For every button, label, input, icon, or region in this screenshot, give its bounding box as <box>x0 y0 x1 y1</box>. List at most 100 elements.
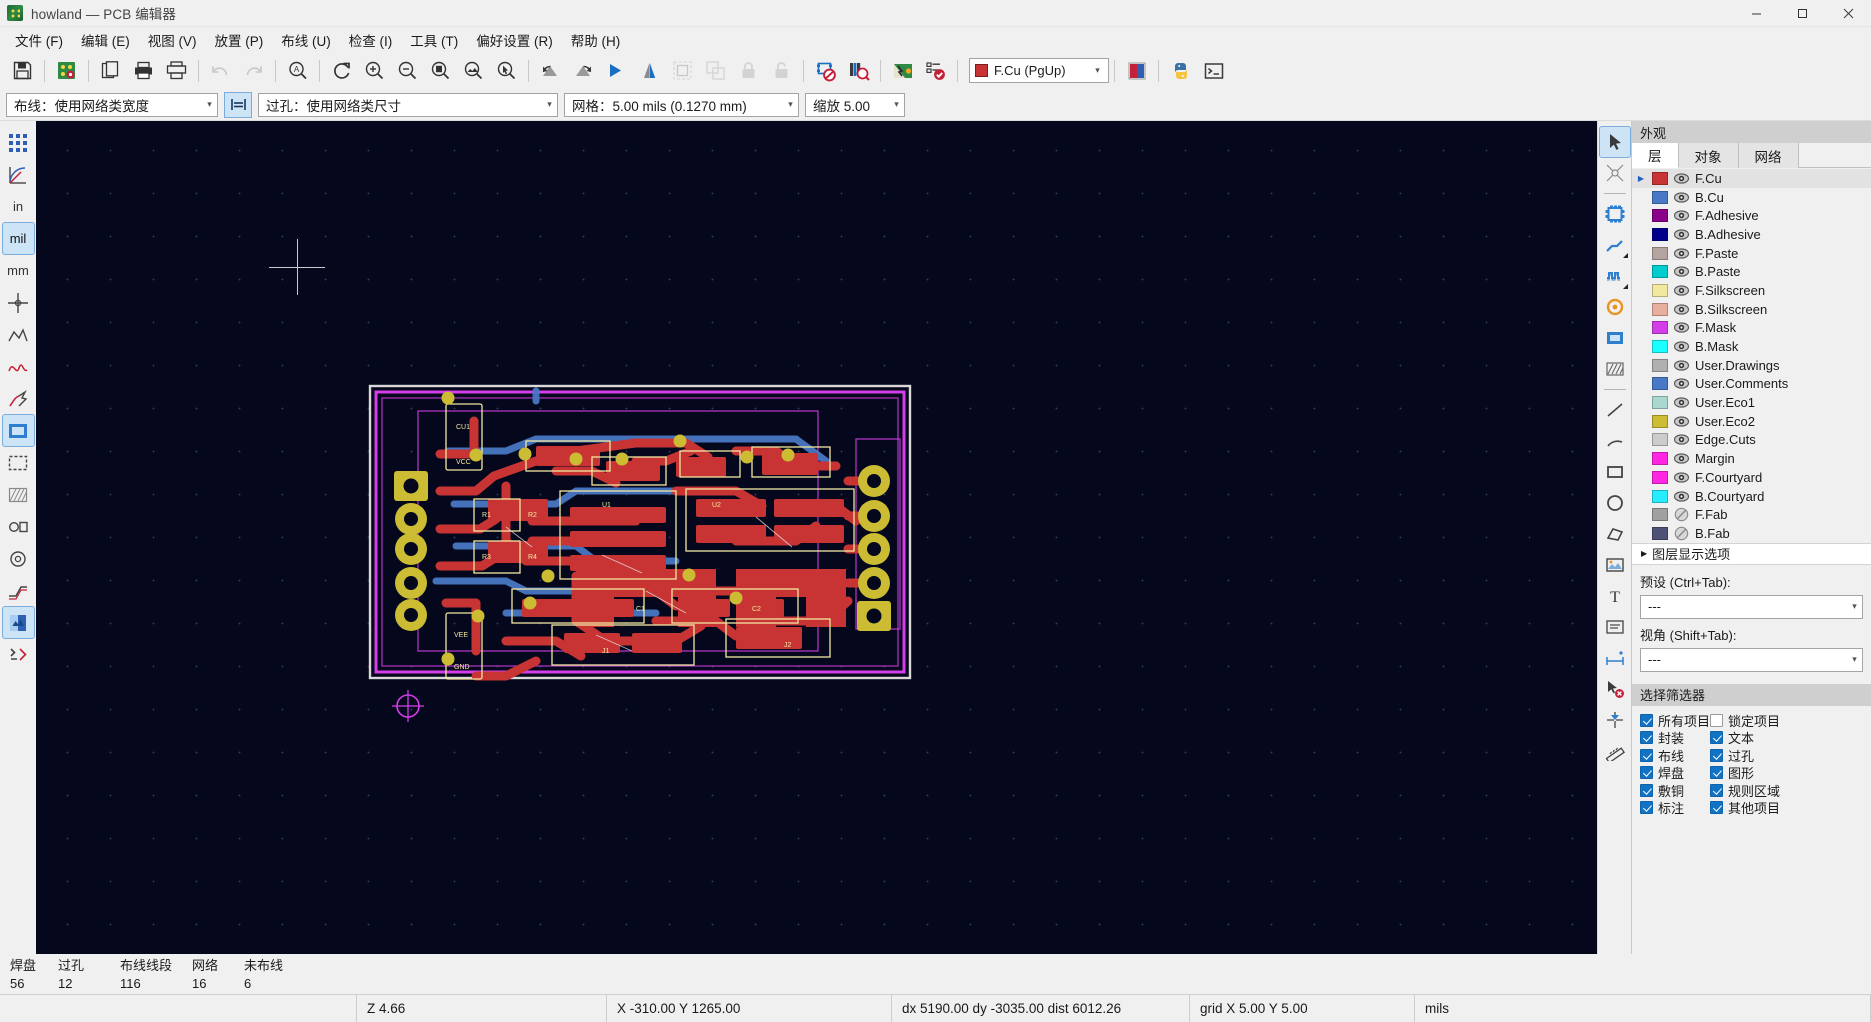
layer-pair-button[interactable] <box>1121 55 1152 86</box>
measure-ruler-icon[interactable] <box>1600 736 1630 766</box>
save-button[interactable] <box>7 55 38 86</box>
layer-row-edge-cuts[interactable]: Edge.Cuts <box>1632 431 1871 450</box>
checkbox-icon[interactable] <box>1640 801 1653 814</box>
units-mils-button[interactable]: mil <box>1 222 35 255</box>
filter-footprints[interactable]: 封装 <box>1640 729 1710 746</box>
tab-nets[interactable]: 网络 <box>1738 143 1799 168</box>
route-track-icon[interactable] <box>1600 230 1630 260</box>
full-crosshair-icon[interactable] <box>3 287 34 318</box>
filter-tracks[interactable]: 布线 <box>1640 747 1710 764</box>
pcb-canvas[interactable]: CU1 VCC VEE GND R1 R3 R2 R4 U1 U2 C1 C2 … <box>36 121 1597 954</box>
grid-icon[interactable] <box>3 127 34 158</box>
close-button[interactable] <box>1825 0 1871 27</box>
track-width-selector[interactable]: 布线：使用网络类宽度 ▾ <box>6 92 218 117</box>
filter-dimensions[interactable]: 标注 <box>1640 799 1710 816</box>
preset-selector[interactable]: --- ▾ <box>1640 594 1863 619</box>
menu-place[interactable]: 放置 (P) <box>206 27 273 53</box>
checkbox-icon[interactable] <box>1710 801 1723 814</box>
eye-visible-icon[interactable] <box>1674 395 1689 410</box>
eye-visible-icon[interactable] <box>1674 489 1689 504</box>
add-textbox-icon[interactable] <box>1600 612 1630 642</box>
add-via-icon[interactable] <box>1600 292 1630 322</box>
zoom-out-button[interactable] <box>392 55 423 86</box>
zone-hidden-icon[interactable] <box>3 479 34 510</box>
eye-visible-icon[interactable] <box>1674 470 1689 485</box>
filter-zones[interactable]: 敷铜 <box>1640 782 1710 799</box>
polar-coordinates-icon[interactable] <box>3 159 34 190</box>
rotate-cw-button[interactable] <box>568 55 599 86</box>
add-zone-icon[interactable] <box>1600 323 1630 353</box>
draw-rectangle-icon[interactable] <box>1600 457 1630 487</box>
checkbox-icon[interactable] <box>1710 766 1723 779</box>
checkbox-icon[interactable] <box>1710 783 1723 797</box>
checkbox-icon[interactable] <box>1710 713 1723 727</box>
checkbox-icon[interactable] <box>1640 783 1653 797</box>
layer-color-swatch[interactable] <box>1652 340 1668 354</box>
zoom-in-button[interactable] <box>359 55 390 86</box>
add-text-icon[interactable]: T <box>1600 581 1630 611</box>
layer-color-swatch[interactable] <box>1652 265 1668 279</box>
contrast-mode-icon[interactable] <box>1 606 35 639</box>
board-setup-button[interactable] <box>51 55 82 86</box>
filter-pads[interactable]: 焊盘 <box>1640 764 1710 781</box>
layer-color-swatch[interactable] <box>1652 452 1668 466</box>
menu-help[interactable]: 帮助 (H) <box>562 27 630 53</box>
layer-color-swatch[interactable] <box>1652 526 1668 540</box>
draw-arc-icon[interactable] <box>1600 426 1630 456</box>
layer-row-f-courtyard[interactable]: F.Courtyard <box>1632 468 1871 487</box>
unlock-button[interactable] <box>766 55 797 86</box>
menu-inspect[interactable]: 检查 (I) <box>340 27 402 53</box>
differential-pair-icon[interactable] <box>1600 261 1630 291</box>
filter-vias[interactable]: 过孔 <box>1710 747 1871 764</box>
layer-color-swatch[interactable] <box>1652 227 1668 241</box>
ungroup-button[interactable] <box>700 55 731 86</box>
units-inches-button[interactable]: in <box>3 191 34 222</box>
layer-row-f-mask[interactable]: F.Mask <box>1632 319 1871 338</box>
layer-row-user-eco1[interactable]: User.Eco1 <box>1632 393 1871 412</box>
zoom-fit-objects-button[interactable] <box>458 55 489 86</box>
checkbox-icon[interactable] <box>1710 731 1723 744</box>
ratsnest-icon[interactable] <box>3 319 34 350</box>
undo-button[interactable] <box>205 55 236 86</box>
refresh-button[interactable] <box>326 55 357 86</box>
layer-color-swatch[interactable] <box>1652 190 1668 204</box>
menu-preferences[interactable]: 偏好设置 (R) <box>467 27 562 53</box>
layer-color-swatch[interactable] <box>1652 377 1668 391</box>
set-drill-origin-icon[interactable] <box>1600 705 1630 735</box>
tab-layers[interactable]: 层 <box>1632 143 1679 168</box>
layer-color-swatch[interactable] <box>1652 283 1668 297</box>
eye-visible-icon[interactable] <box>1674 283 1689 298</box>
add-footprint-icon[interactable] <box>1600 199 1630 229</box>
add-dimension-icon[interactable] <box>1600 643 1630 673</box>
track-sketch-icon[interactable] <box>3 575 34 606</box>
lock-button[interactable] <box>733 55 764 86</box>
filter-other-items[interactable]: 其他项目 <box>1710 799 1871 816</box>
layer-row-margin[interactable]: Margin <box>1632 449 1871 468</box>
eye-visible-icon[interactable] <box>1674 246 1689 261</box>
layer-color-swatch[interactable] <box>1652 396 1668 410</box>
checkbox-icon[interactable] <box>1640 731 1653 744</box>
mirror-horizontal-icon-button[interactable] <box>601 55 632 86</box>
layer-row-f-adhesive[interactable]: F.Adhesive <box>1632 206 1871 225</box>
via-sketch-icon[interactable] <box>3 543 34 574</box>
menu-edit[interactable]: 编辑 (E) <box>72 27 139 53</box>
properties-panel-icon[interactable] <box>3 639 34 670</box>
auto-track-width-toggle[interactable] <box>224 91 252 118</box>
viewport-selector[interactable]: --- ▾ <box>1640 647 1863 672</box>
net-highlight-icon[interactable] <box>3 383 34 414</box>
layer-row-b-courtyard[interactable]: B.Courtyard <box>1632 487 1871 506</box>
checkbox-icon[interactable] <box>1710 748 1723 762</box>
checkbox-icon[interactable] <box>1640 748 1653 762</box>
layer-row-f-fab[interactable]: F.Fab <box>1632 505 1871 524</box>
layer-row-b-silkscreen[interactable]: B.Silkscreen <box>1632 300 1871 319</box>
add-keepout-area-icon[interactable] <box>1600 354 1630 384</box>
zone-outline-icon[interactable] <box>3 447 34 478</box>
eye-visible-icon[interactable] <box>1674 451 1689 466</box>
rotate-ccw-button[interactable] <box>535 55 566 86</box>
layer-color-swatch[interactable] <box>1652 302 1668 316</box>
zoom-selector[interactable]: 缩放 5.00 ▾ <box>805 92 905 117</box>
zone-filled-icon[interactable] <box>1 414 35 447</box>
layer-row-b-fab[interactable]: B.Fab <box>1632 524 1871 543</box>
layer-row-f-paste[interactable]: F.Paste <box>1632 244 1871 263</box>
local-ratsnest-icon[interactable] <box>1600 158 1630 188</box>
